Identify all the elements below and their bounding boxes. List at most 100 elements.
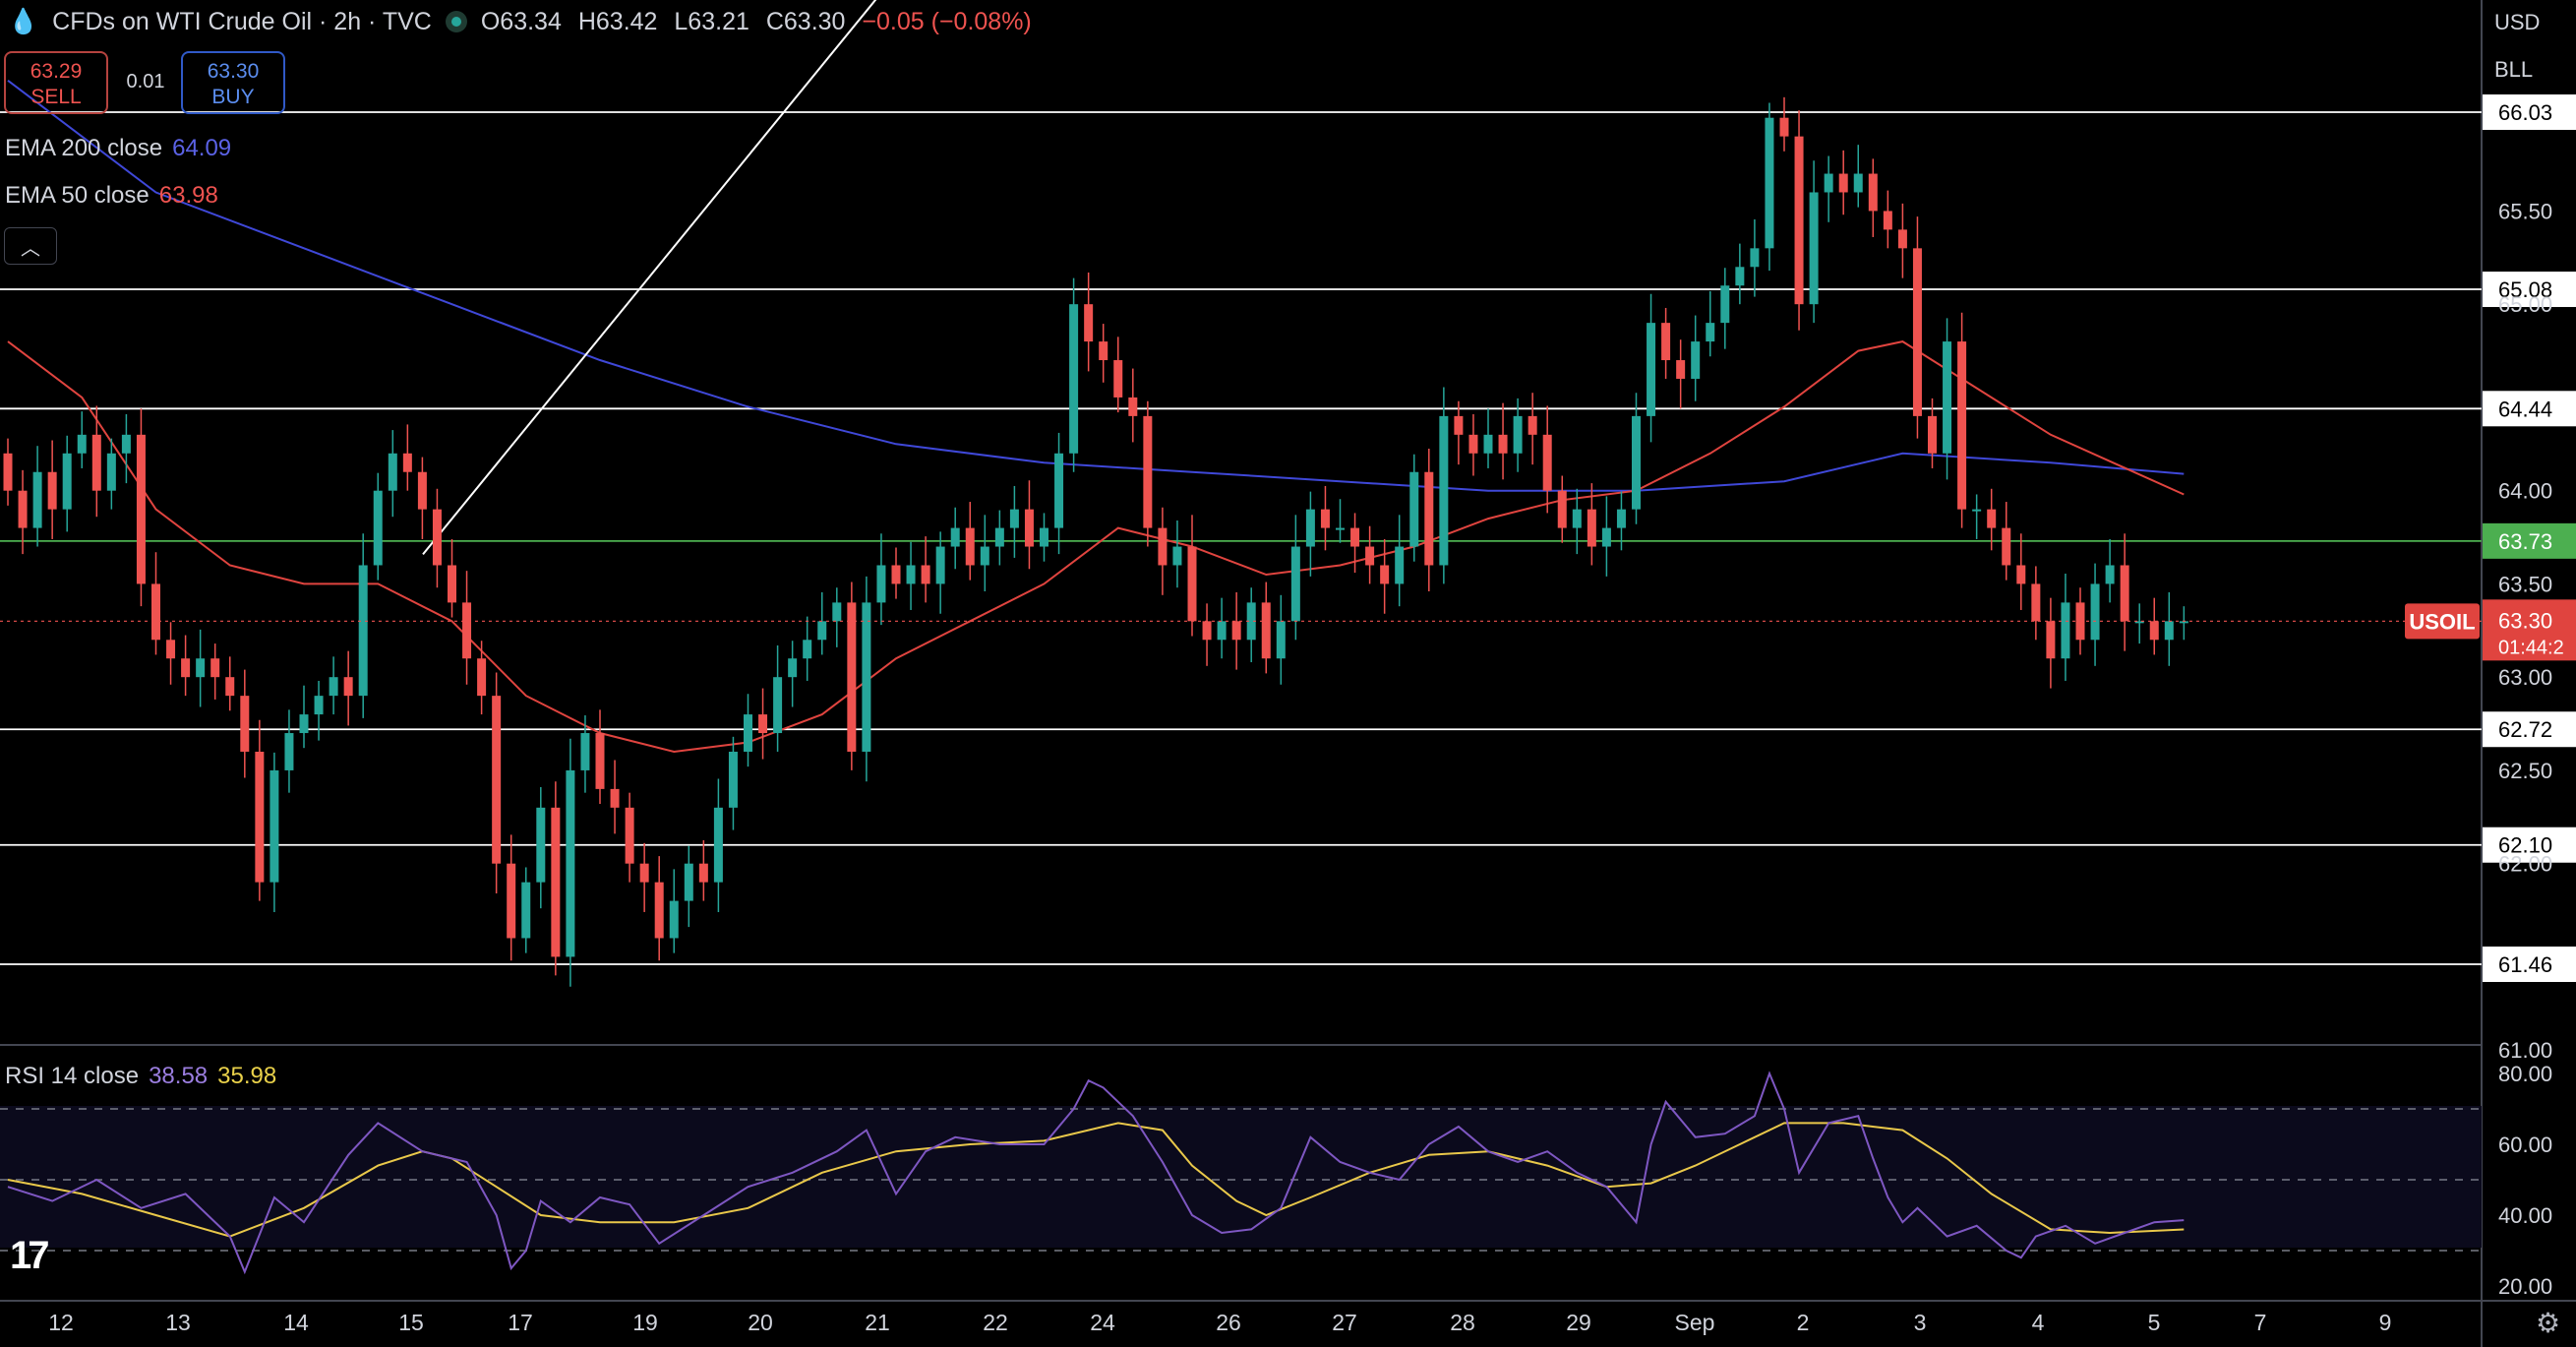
candle-body: [314, 696, 324, 715]
time-axis-label: 15: [398, 1310, 424, 1335]
candle: [2149, 597, 2159, 655]
sell-label: SELL: [30, 86, 82, 108]
candle: [713, 778, 723, 912]
candle-body: [1794, 136, 1804, 305]
rsi-legend[interactable]: RSI 14 close 38.58 35.98: [5, 1063, 276, 1090]
candle: [1794, 110, 1804, 331]
candle-body: [536, 807, 546, 883]
candle-body: [1720, 285, 1730, 324]
rsi-tick-label: 40.00: [2498, 1203, 2552, 1228]
ema50-legend[interactable]: EMA 50 close 63.98: [5, 182, 218, 210]
candle-body: [1765, 117, 1774, 249]
candle: [373, 472, 383, 581]
chart-header: 💧 CFDs on WTI Crude Oil · 2h · TVC O63.3…: [0, 0, 1042, 43]
candle: [1601, 496, 1611, 577]
currency-label[interactable]: USD: [2494, 10, 2540, 35]
candle-body: [2031, 583, 2041, 622]
candle-body: [713, 807, 723, 883]
time-axis-label: 4: [2032, 1310, 2045, 1335]
rsi-label: RSI 14 close: [5, 1063, 140, 1089]
tradingview-logo-icon[interactable]: 17: [10, 1234, 49, 1278]
candle-body: [2016, 565, 2026, 584]
collapse-legend-button[interactable]: ︿: [4, 227, 57, 265]
time-axis-label: 2: [1797, 1310, 1810, 1335]
candle-body: [18, 490, 28, 528]
last-price-tag: 63.30 01:44:2: [2483, 599, 2576, 661]
price-chart[interactable]: 66.0365.0864.4463.7362.7262.1061.46 65.5…: [0, 0, 2576, 1347]
market-status-icon[interactable]: [445, 11, 467, 32]
candle: [77, 411, 87, 468]
candle: [1897, 203, 1907, 278]
candle: [1409, 454, 1419, 562]
candle: [106, 438, 116, 510]
candle-body: [862, 602, 871, 752]
candle-body: [32, 471, 42, 528]
candle-body: [1601, 527, 1611, 547]
level-tag-text: 62.72: [2498, 717, 2552, 742]
candle-body: [1217, 621, 1227, 641]
candle-body: [255, 751, 265, 883]
candle: [2061, 574, 2070, 681]
ema200-legend[interactable]: EMA 200 close 64.09: [5, 135, 231, 162]
candle-body: [1380, 565, 1390, 584]
level-tag-text: 64.44: [2498, 397, 2552, 421]
candle-body: [166, 640, 176, 659]
change-value: −0.05 (−0.08%): [862, 7, 1032, 35]
candle: [151, 552, 160, 655]
candle: [1187, 515, 1197, 637]
buy-price: 63.30: [207, 60, 260, 83]
candle: [610, 760, 620, 834]
candle: [402, 424, 412, 491]
candle: [2002, 502, 2011, 581]
candle: [1380, 538, 1390, 614]
candle: [1824, 155, 1833, 222]
candle: [950, 507, 960, 570]
ema200-line: [7, 80, 2185, 492]
candle: [625, 792, 634, 883]
candle: [329, 656, 338, 715]
low-value: L63.21: [674, 7, 749, 35]
candle-body: [980, 546, 989, 566]
candle-body: [684, 863, 693, 901]
candle: [1720, 268, 1730, 349]
candle-body: [1187, 546, 1197, 622]
candle: [1202, 603, 1212, 666]
candle-body: [1542, 434, 1552, 491]
candle: [551, 781, 561, 976]
candle: [1765, 102, 1774, 272]
candle-body: [210, 658, 220, 678]
gear-icon[interactable]: ⚙: [2536, 1307, 2560, 1339]
candle: [477, 641, 487, 715]
symbol-title[interactable]: CFDs on WTI Crude Oil · 2h · TVC: [52, 8, 432, 36]
candle-body: [417, 471, 427, 510]
price-tick-label: 63.00: [2498, 665, 2552, 690]
candle: [314, 680, 324, 741]
time-axis-label: 13: [165, 1310, 191, 1335]
candle: [1099, 324, 1108, 383]
candle: [225, 656, 235, 711]
unit-label[interactable]: BLL: [2494, 57, 2533, 83]
ohlc-values: O63.34 H63.42 L63.21 C63.30 −0.05 (−0.08…: [481, 8, 1042, 36]
candle-body: [1616, 509, 1626, 528]
candle: [994, 510, 1004, 566]
buy-button[interactable]: 63.30 BUY: [181, 51, 285, 114]
rsi-tick-label: 20.00: [2498, 1274, 2552, 1299]
last-price-text: 63.30: [2498, 608, 2552, 633]
candle-body: [1838, 173, 1848, 193]
candle-body: [654, 882, 664, 939]
candle: [758, 688, 768, 760]
candle-body: [1454, 415, 1464, 435]
candle: [1676, 339, 1686, 409]
candle: [181, 635, 191, 697]
candle: [1365, 525, 1375, 584]
candle-body: [2002, 527, 2011, 566]
candle: [788, 641, 798, 707]
candle: [1069, 277, 1079, 472]
candle: [196, 629, 206, 707]
candle: [1661, 307, 1671, 379]
candle-body: [136, 434, 146, 584]
candle: [3, 438, 13, 506]
candle-body: [1528, 415, 1537, 435]
sell-button[interactable]: 63.29 SELL: [4, 51, 108, 114]
candle: [595, 709, 605, 805]
